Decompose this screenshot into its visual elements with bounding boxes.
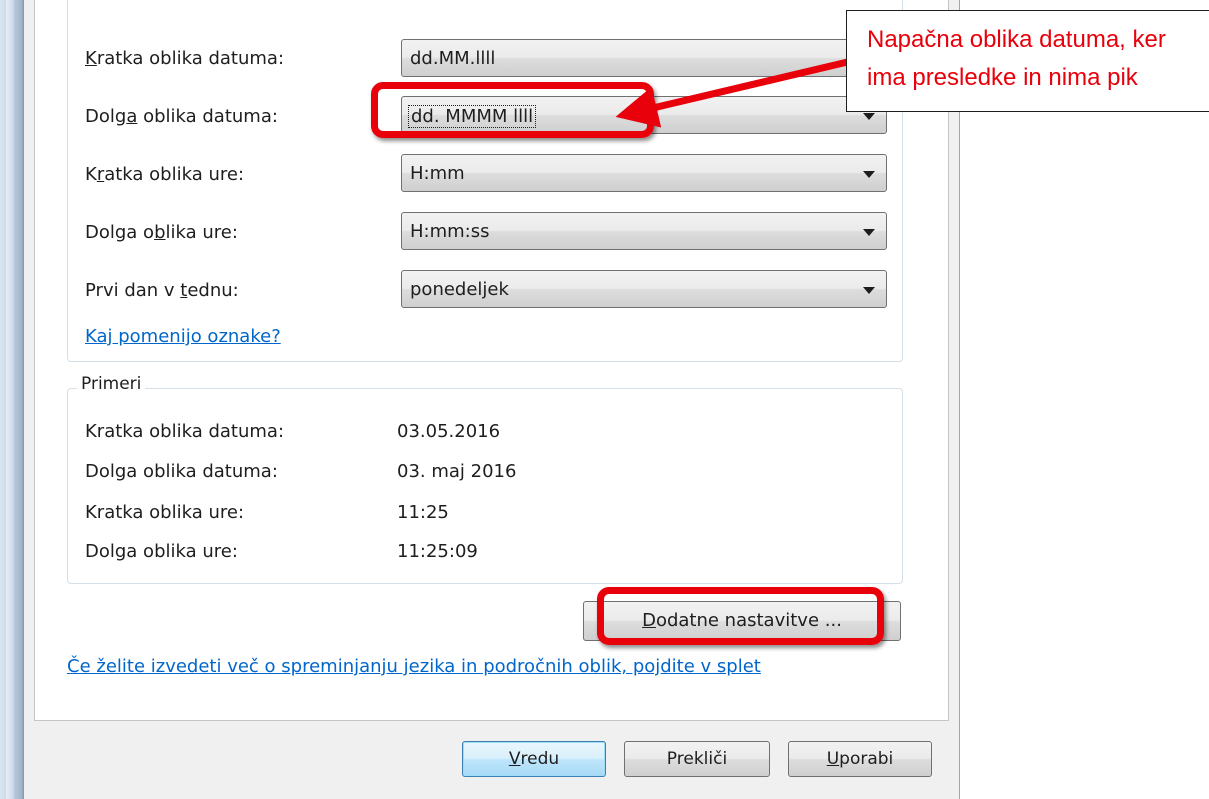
annotation-line-2: ima presledke in nima pik [867,64,1138,91]
long-date-label: Dolga oblika datuma: [85,106,278,127]
short-date-dropdown[interactable]: dd.MM.llll [401,39,887,77]
short-time-value: H:mm [410,163,465,184]
highlight-additional-settings-box [597,587,884,645]
example-short-date-value: 03.05.2016 [397,421,501,442]
first-day-label: Prvi dan v tednu: [85,280,239,301]
examples-legend: Primeri [77,374,146,394]
example-long-time-value: 11:25:09 [397,541,478,562]
chevron-down-icon [863,171,875,178]
apply-button[interactable]: Uporabi [788,741,932,777]
chevron-down-icon [863,113,875,120]
example-long-time-label: Dolga oblika ure: [85,541,238,562]
first-day-value: ponedeljek [410,279,509,300]
example-short-time-label: Kratka oblika ure: [85,502,245,523]
short-date-value: dd.MM.llll [410,48,496,69]
short-date-label: Kratka oblika datuma: [85,48,285,69]
short-time-label: Kratka oblika ure: [85,164,245,185]
example-short-date-label: Kratka oblika datuma: [85,421,285,442]
chevron-down-icon [863,229,875,236]
highlight-long-date-box [371,82,654,138]
long-time-dropdown[interactable]: H:mm:ss [401,212,887,250]
example-long-date-value: 03. maj 2016 [397,461,517,482]
online-info-link[interactable]: Če želite izvedeti več o spreminjanju je… [67,656,761,677]
example-long-date-label: Dolga oblika datuma: [85,461,278,482]
ok-button[interactable]: Vredu [462,741,606,777]
long-time-label: Dolga oblika ure: [85,222,238,243]
annotation-line-1: Napačna oblika datuma, ker [867,26,1166,53]
annotation-callout: Napačna oblika datuma, ker ima presledke… [846,10,1209,112]
cancel-button[interactable]: Prekliči [624,741,770,777]
first-day-dropdown[interactable]: ponedeljek [401,270,887,308]
window-frame-left [0,0,24,799]
format-help-link[interactable]: Kaj pomenijo oznake? [85,326,281,347]
chevron-down-icon [863,287,875,294]
long-time-value: H:mm:ss [410,221,490,242]
short-time-dropdown[interactable]: H:mm [401,154,887,192]
example-short-time-value: 11:25 [397,502,449,523]
